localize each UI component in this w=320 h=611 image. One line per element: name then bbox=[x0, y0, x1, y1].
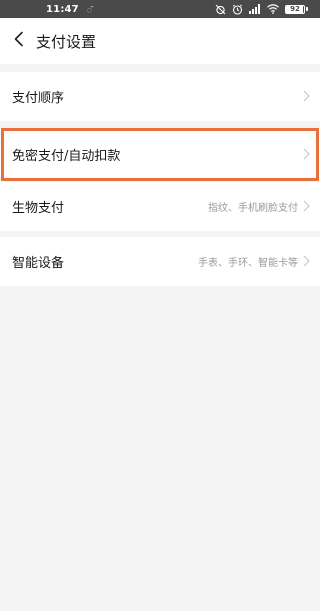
chevron-right-icon bbox=[303, 145, 310, 164]
settings-item-value: 手表、手环、智能卡等 bbox=[198, 258, 298, 269]
battery-tip bbox=[306, 7, 308, 11]
settings-item-biometric-payment[interactable]: 生物支付 指纹、手机刷脸支付 bbox=[0, 182, 320, 231]
status-right: 92 bbox=[215, 4, 308, 15]
settings-item-value: 指纹、手机刷脸支付 bbox=[208, 203, 298, 214]
clock-icon bbox=[232, 4, 243, 15]
settings-item-right: 手表、手环、智能卡等 bbox=[198, 252, 310, 271]
chevron-right-icon bbox=[303, 87, 310, 106]
notification-icon: ᯰ bbox=[86, 5, 93, 16]
status-bar: 11:47 ᯰ 92 bbox=[0, 0, 320, 18]
battery-body: 92 bbox=[285, 4, 305, 14]
battery-text: 92 bbox=[290, 4, 300, 13]
settings-item-right bbox=[303, 145, 310, 164]
settings-item-label: 智能设备 bbox=[12, 256, 65, 271]
header: 支付设置 bbox=[0, 18, 320, 64]
settings-item-payment-order[interactable]: 支付顺序 bbox=[0, 72, 320, 121]
page-title: 支付设置 bbox=[36, 32, 97, 51]
settings-item-right: 指纹、手机刷脸支付 bbox=[208, 197, 310, 216]
back-button[interactable] bbox=[2, 18, 36, 64]
alarm-off-icon bbox=[215, 4, 226, 15]
settings-item-right bbox=[303, 87, 310, 106]
status-left: 11:47 ᯰ bbox=[46, 3, 92, 16]
settings-item-label: 支付顺序 bbox=[12, 91, 65, 106]
chevron-right-icon bbox=[303, 197, 310, 216]
settings-item-smart-devices[interactable]: 智能设备 手表、手环、智能卡等 bbox=[0, 237, 320, 286]
status-time: 11:47 bbox=[46, 3, 79, 15]
settings-item-label: 免密支付/自动扣款 bbox=[12, 149, 121, 164]
signal-icon bbox=[249, 4, 261, 14]
wifi-icon bbox=[267, 4, 279, 14]
settings-item-password-free-payment[interactable]: 免密支付/自动扣款 bbox=[0, 130, 320, 179]
chevron-left-icon bbox=[13, 31, 25, 51]
chevron-right-icon bbox=[303, 252, 310, 271]
battery-icon: 92 bbox=[285, 4, 308, 14]
settings-item-label: 生物支付 bbox=[12, 201, 65, 216]
